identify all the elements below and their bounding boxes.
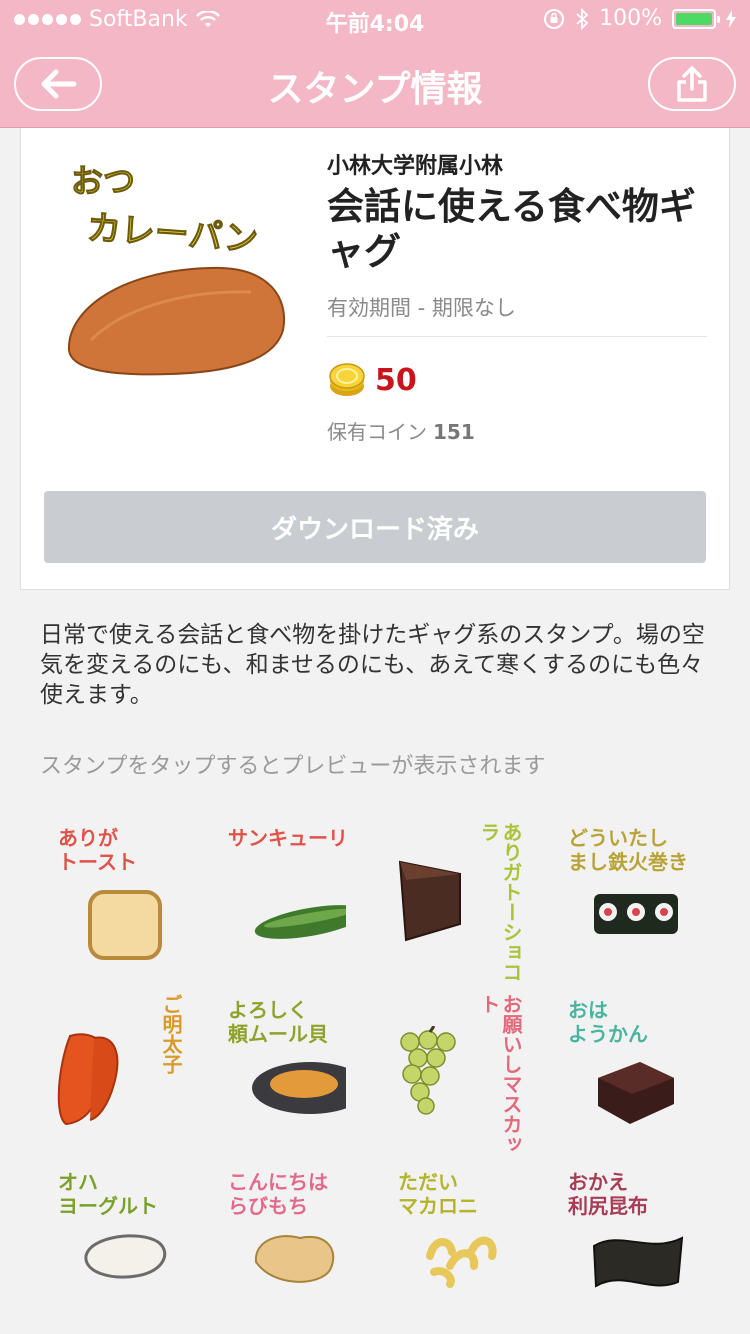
mussel-icon [252,1062,346,1114]
validity-period: 有効期間 - 期限なし [327,296,516,320]
battery-percent: 100% [599,6,662,31]
sticker-item[interactable]: オハ ヨーグルト [40,1156,210,1328]
author-name[interactable]: 小林大学附属小林 [327,148,503,180]
grapes-icon [400,1026,456,1115]
status-bar: SoftBank 午前4:04 100% [0,0,750,40]
sticker-item[interactable]: こんにちは らびもち [210,1156,380,1328]
sticker-item-label: ありが トースト [58,826,137,874]
sticker-item[interactable]: お願いしマスカット [380,984,550,1156]
sticker-item[interactable]: どういたし まし鉄火巻き [550,812,720,984]
price: 50 [327,360,417,400]
sticker-item-label: どういたし まし鉄火巻き [568,826,688,874]
sticker-item-label: こんにちは らびもち [228,1170,328,1218]
charging-icon [726,9,736,28]
owned-coins: 保有コイン 151 [327,416,475,445]
owned-coins-value: 151 [433,420,475,444]
rotation-lock-icon [544,8,565,29]
mentaiko-icon [57,1033,119,1126]
sticker-item-label: おは ようかん [568,998,648,1046]
sticker-item-label: サンキューリ [228,826,348,850]
sticker-item[interactable]: ありが トースト [40,812,210,984]
sticker-item-label: ただい マカロニ [398,1170,478,1218]
bluetooth-icon [576,7,589,30]
nav-bar: スタンプ情報 [0,40,750,128]
yokan-icon [598,1062,674,1124]
toast-icon [88,890,162,960]
sticker-item[interactable]: よろしく 頼ムール貝 [210,984,380,1156]
warabimochi-icon [254,1235,335,1283]
macaroni-icon [426,1236,497,1288]
battery-fill [676,12,712,25]
sticker-item-label: ご明太子 [159,994,183,1074]
sushi-roll-icon [594,894,678,934]
battery-icon [672,8,720,29]
sticker-item[interactable]: ただい マカロニ [380,1156,550,1328]
main-sticker-image[interactable]: おつ カレーパン [61,150,301,410]
cucumber-icon [254,905,346,939]
sticker-item[interactable]: おかえ 利尻昆布 [550,1156,720,1328]
sticker-item[interactable]: ありガトーショコラ [380,812,550,984]
preview-hint: スタンプをタップするとプレビューが表示されます [40,754,546,779]
download-button[interactable]: ダウンロード済み [44,491,706,563]
owned-coins-label: 保有コイン [327,420,427,444]
coin-icon [329,363,365,396]
kelp-icon [592,1236,684,1288]
curry-bread-icon [67,266,285,376]
status-right: 100% [543,6,736,31]
page-title: スタンプ情報 [267,69,483,110]
sticker-title: 会話に使える食べ物ギャグ [327,185,696,273]
sticker-grid: ありが トースト サンキューリ ありガトーショコラ どういたし まし鉄火巻きご明太子 よ… [40,812,720,1328]
main-sticker-text-1: おつ [70,162,136,201]
sticker-item[interactable]: ご明太子 [40,984,210,1156]
sticker-item-label: お願いしマスカット [477,994,523,1154]
sticker-item-label: おかえ 利尻昆布 [568,1170,648,1218]
share-icon [677,66,707,102]
price-value: 50 [375,362,417,398]
divider [327,336,707,337]
sticker-item-label: ありガトーショコラ [477,822,523,982]
description: 日常で使える会話と食べ物を掛けたギャグ系のスタンプ。場の空気を変えるのにも、和ま… [40,622,705,708]
yogurt-icon [84,1234,167,1279]
chocolate-cake-icon [398,860,461,942]
share-button[interactable] [648,57,736,111]
sticker-item[interactable]: サンキューリ [210,812,380,984]
product-card: おつ カレーパン 小林大学附属小林 会話に使える食べ物ギャグ 有効期間 - 期限… [20,128,730,590]
sticker-item-label: よろしく 頼ムール貝 [228,998,328,1046]
sticker-item[interactable]: おは ようかん [550,984,720,1156]
sticker-item-label: オハ ヨーグルト [58,1170,158,1218]
